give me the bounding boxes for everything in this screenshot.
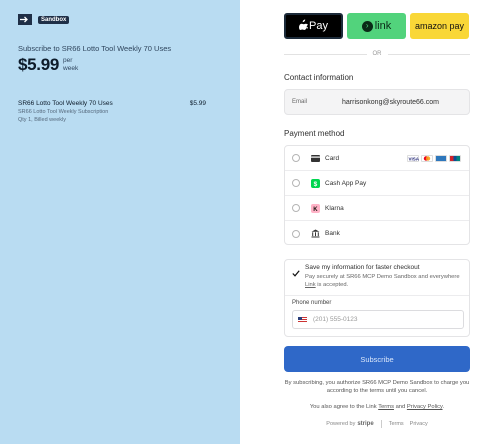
card-icon: [311, 154, 320, 163]
us-flag-icon[interactable]: [298, 316, 307, 323]
svg-text:K: K: [313, 207, 318, 213]
footer-terms-link[interactable]: Terms: [389, 421, 404, 427]
billing-period: per week: [63, 57, 78, 72]
payment-method-list: Card VISA $ Cash App Pay K Klarna Bank: [284, 145, 470, 245]
bank-radio[interactable]: [292, 229, 300, 238]
or-text: OR: [372, 51, 382, 57]
amazon-pay-button[interactable]: amazon pay: [410, 13, 469, 39]
link-link[interactable]: Link: [305, 282, 316, 288]
phone-label: Phone number: [292, 300, 332, 306]
svg-text:$: $: [314, 181, 318, 188]
price: $5.99: [18, 55, 60, 74]
line-item-amount: $5.99: [189, 100, 206, 107]
email-label: Email: [292, 99, 308, 105]
authorization-terms: By subscribing, you authorize SR66 MCP D…: [284, 380, 470, 394]
link-terms: You also agree to the Link Terms and Pri…: [309, 404, 445, 410]
subscribe-title: Subscribe to SR66 Lotto Tool Weekly 70 U…: [18, 44, 172, 53]
svg-text:VISA: VISA: [409, 156, 420, 161]
powered-by-label: Powered by: [326, 421, 356, 427]
payment-option-card[interactable]: Card VISA: [285, 146, 469, 171]
phone-input[interactable]: (201) 555-0123: [292, 310, 464, 329]
payment-option-cash-app[interactable]: $ Cash App Pay: [285, 171, 469, 196]
line-item-subtitle: SR66 Lotto Tool Weekly Subscription: [18, 109, 109, 115]
klarna-label: Klarna: [325, 204, 344, 212]
save-info-box: Save my information for faster checkout …: [284, 259, 470, 337]
subscribe-button[interactable]: Subscribe: [284, 346, 470, 372]
card-label: Card: [325, 154, 340, 162]
line-item-name: SR66 Lotto Tool Weekly 70 Uses: [18, 100, 113, 107]
apple-pay-button[interactable]: Pay: [284, 13, 343, 39]
privacy-policy-link[interactable]: Privacy Policy: [407, 404, 443, 410]
save-info-description: Pay securely at SR66 MCP Demo Sandbox an…: [305, 274, 460, 288]
payment-method-title: Payment method: [284, 129, 345, 138]
bank-icon: [311, 229, 320, 238]
card-brands: VISA: [407, 154, 461, 162]
period-label: week: [63, 64, 79, 72]
link-pay-label: link: [374, 20, 392, 32]
payment-option-bank[interactable]: Bank: [285, 221, 469, 246]
line-item: SR66 Lotto Tool Weekly 70 Uses $5.99 SR6…: [18, 100, 206, 123]
price-row: $5.99 per week: [18, 55, 78, 75]
bank-label: Bank: [325, 230, 340, 237]
cash-app-icon: $: [311, 178, 320, 188]
card-radio[interactable]: [292, 154, 300, 162]
stripe-logo[interactable]: stripe: [357, 421, 373, 427]
mastercard-icon: [421, 154, 433, 162]
save-info-title: Save my information for faster checkout: [305, 264, 420, 271]
payment-option-klarna[interactable]: K Klarna: [285, 196, 469, 221]
order-summary-panel: Sandbox Subscribe to SR66 Lotto Tool Wee…: [0, 0, 240, 444]
amazon-pay-label: amazon pay: [414, 21, 465, 31]
link-arrow-icon: ›: [361, 20, 373, 32]
brand: Sandbox: [18, 14, 70, 25]
link-pay-button[interactable]: › link: [347, 13, 406, 39]
sandbox-badge: Sandbox: [38, 15, 70, 24]
save-info-checkbox[interactable]: [292, 264, 300, 277]
footer: Powered by stripe Terms Privacy: [284, 420, 470, 428]
cash-app-label: Cash App Pay: [325, 179, 367, 187]
arrow-logo-icon[interactable]: [18, 14, 32, 25]
union-pay-icon: [449, 154, 461, 162]
apple-pay-label: Pay: [309, 20, 328, 32]
klarna-icon: K: [311, 203, 320, 213]
amex-icon: [435, 154, 447, 162]
phone-placeholder: (201) 555-0123: [313, 316, 358, 323]
cash-app-radio[interactable]: [292, 179, 300, 187]
klarna-radio[interactable]: [292, 204, 300, 212]
line-item-qty: Qty 1, Billed weekly: [18, 117, 66, 123]
checkout-form-panel: Pay › link amazon pay OR Contact informa…: [240, 0, 500, 444]
terms-link[interactable]: Terms: [378, 404, 394, 410]
email-value: harrisonkong@skyroute66.com: [342, 98, 439, 106]
per-label: per: [63, 57, 73, 64]
contact-title: Contact information: [284, 73, 354, 82]
email-field[interactable]: Email harrisonkong@skyroute66.com: [284, 89, 470, 115]
or-divider: OR: [284, 51, 470, 57]
footer-privacy-link[interactable]: Privacy: [410, 421, 428, 427]
wallet-buttons: Pay › link amazon pay: [284, 13, 469, 39]
visa-icon: VISA: [407, 154, 420, 162]
apple-icon: [299, 19, 309, 33]
